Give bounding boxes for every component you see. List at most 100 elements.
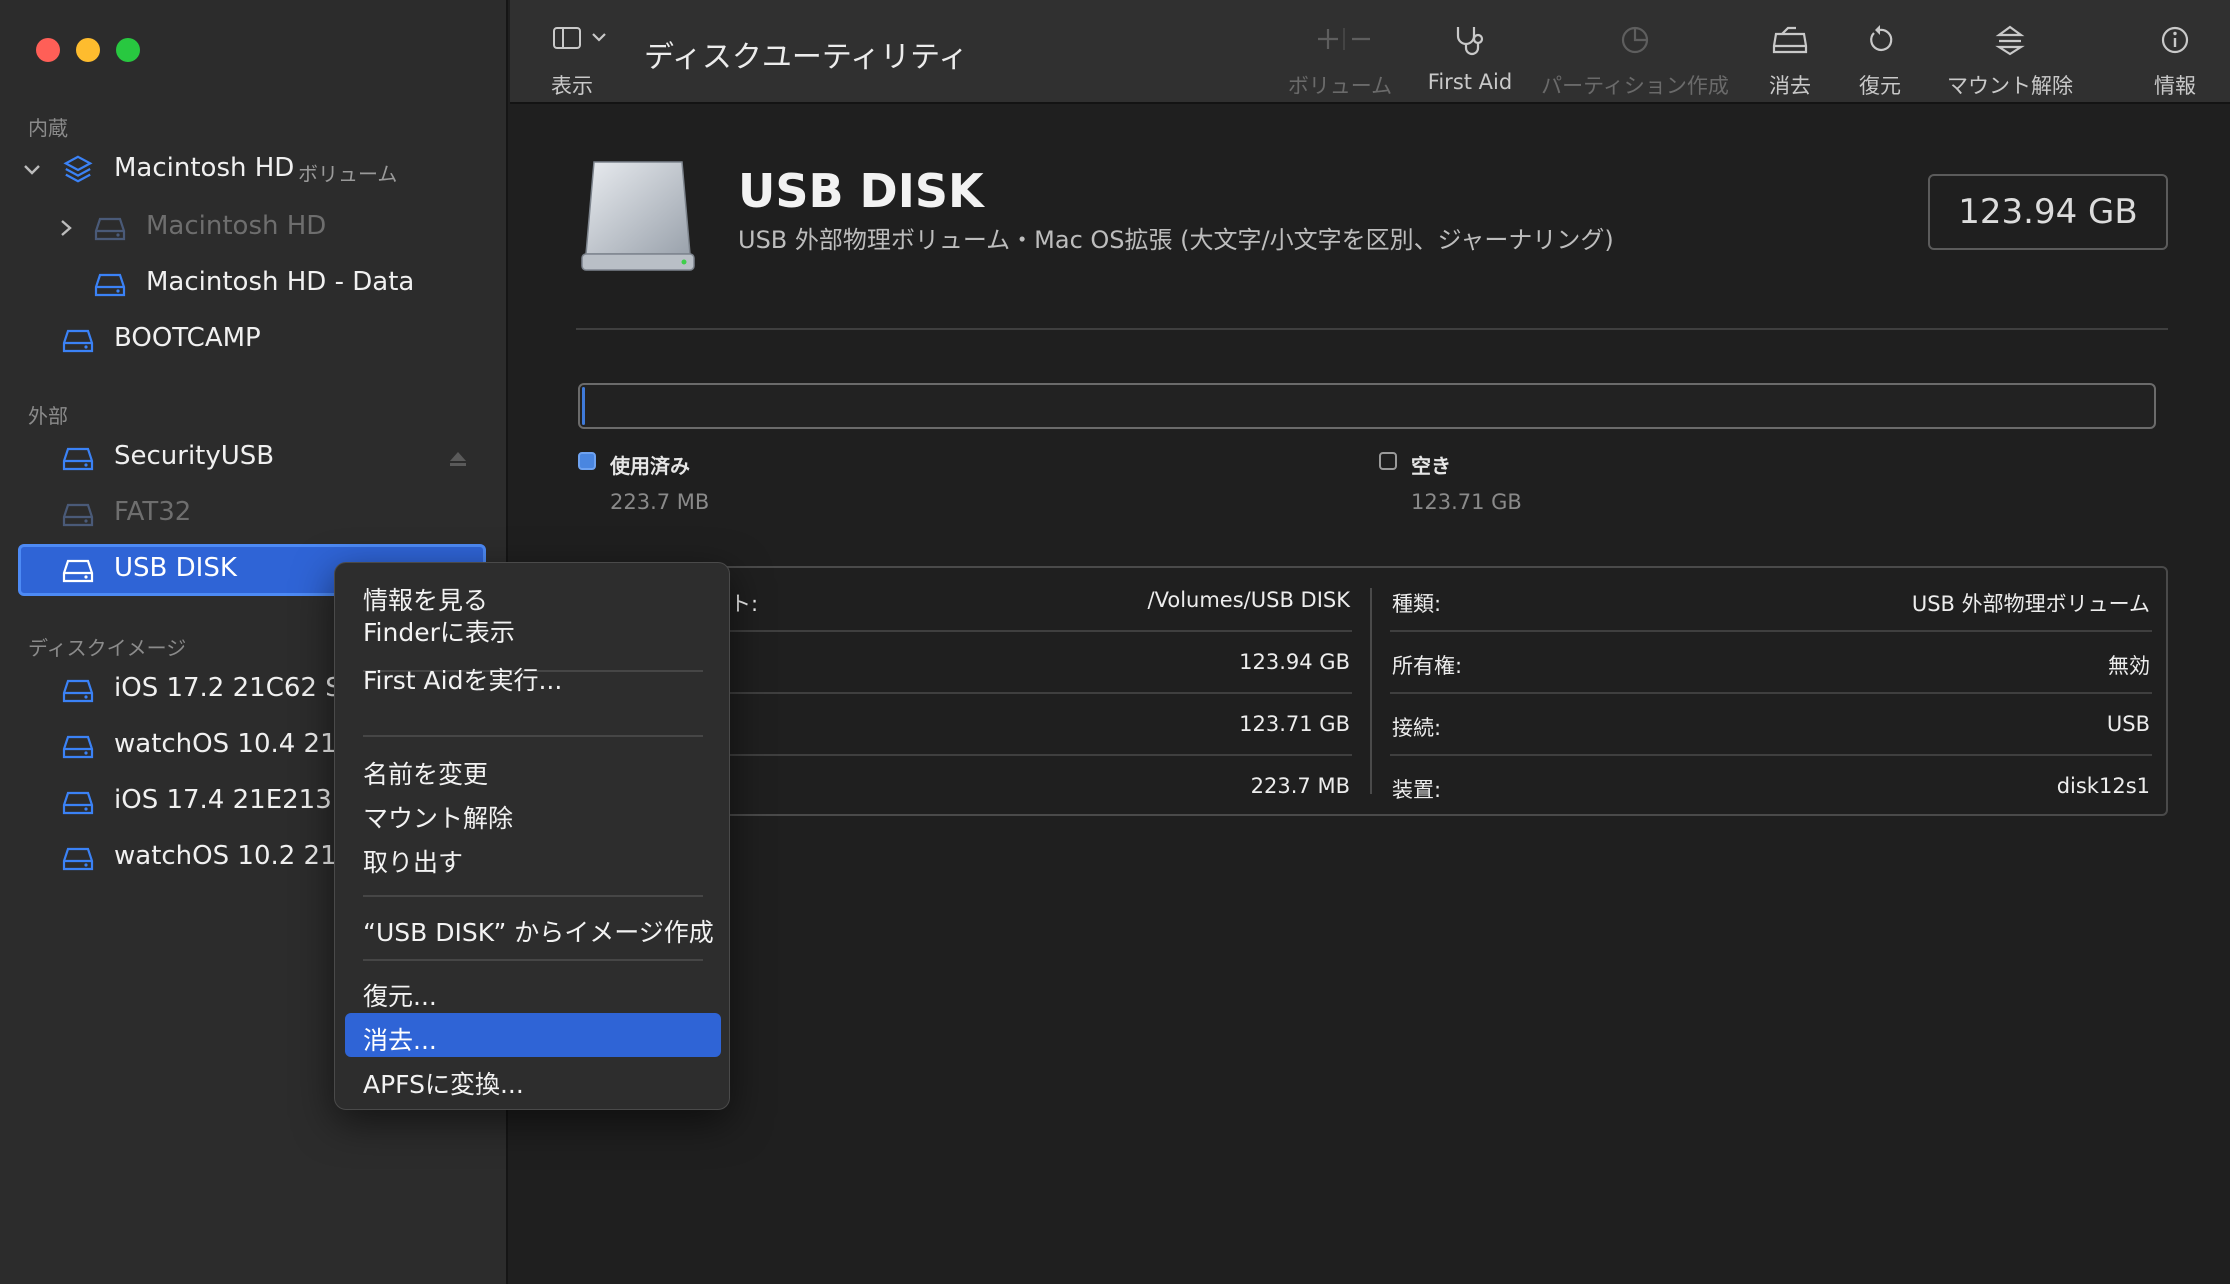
sidebar-toggle-icon [553, 27, 606, 49]
toolbar-label: 消去 [1769, 74, 1811, 98]
sidebar-item-label: BOOTCAMP [114, 323, 261, 353]
unmount-toolbar-button[interactable]: マウント解除 [1930, 0, 2090, 104]
menu-item-unmount[interactable]: マウント解除 [363, 799, 513, 835]
menu-item-get-info[interactable]: 情報を見る [363, 581, 488, 617]
drive-icon [62, 559, 94, 583]
sidebar-item-macintosh-hd-container[interactable]: Macintosh HD ボリューム [0, 146, 500, 194]
sidebar-item-label: iOS 17.4 21E213 Si [114, 785, 364, 815]
divider [576, 328, 2168, 330]
used-legend-swatch [578, 452, 596, 470]
used-legend-label: 使用済み [610, 454, 690, 478]
info-value-mount: /Volumes/USB DISK [1147, 588, 1350, 612]
menu-item-image-from[interactable]: “USB DISK” からイメージ作成 [363, 913, 714, 949]
toolbar-label: First Aid [1427, 70, 1513, 94]
sidebar-item-label: USB DISK [114, 553, 237, 583]
menu-item-rename[interactable]: 名前を変更 [363, 755, 488, 791]
drive-icon [62, 847, 94, 871]
menu-item-convert-apfs[interactable]: APFSに変換... [363, 1065, 524, 1101]
drive-icon [94, 273, 126, 297]
zoom-window-button[interactable] [116, 38, 140, 62]
menu-separator [363, 959, 703, 961]
info-label-mount: ト: [730, 592, 759, 616]
toolbar-label: ボリューム [1287, 74, 1393, 98]
info-value-used: 223.7 MB [1250, 774, 1350, 798]
row-divider [730, 754, 1352, 756]
drive-icon [62, 329, 94, 353]
used-value: 223.7 MB [610, 490, 710, 514]
erase-toolbar-button[interactable]: 消去 [1740, 0, 1840, 104]
external-drive-icon [581, 161, 695, 271]
sidebar-item-label: iOS 17.2 21C62 Sir [114, 673, 360, 703]
section-external-header: 外部 [28, 404, 68, 428]
usage-bar-used-fill [582, 387, 585, 425]
close-window-button[interactable] [36, 38, 60, 62]
chevron-down-icon[interactable] [22, 162, 42, 178]
info-value-owners: 無効 [2108, 654, 2150, 678]
partition-toolbar-button[interactable]: パーティション作成 [1530, 0, 1740, 104]
info-value-connection: USB [2106, 712, 2150, 736]
menu-item-run-first-aid[interactable]: First Aidを実行... [363, 661, 562, 697]
unmount-icon [1995, 25, 2025, 56]
info-label-owners: 所有権: [1392, 654, 1463, 678]
drive-icon [62, 447, 94, 471]
info-icon [2161, 26, 2189, 54]
row-divider [730, 630, 1352, 632]
info-value-device: disk12s1 [2056, 774, 2150, 798]
sidebar-item-securityusb[interactable]: SecurityUSB [0, 434, 500, 482]
eject-icon[interactable] [448, 450, 468, 468]
section-disk-images-header: ディスクイメージ [28, 636, 187, 660]
drive-icon [62, 735, 94, 759]
drive-icon [62, 503, 94, 527]
drive-icon [94, 217, 126, 241]
info-value-capacity: 123.94 GB [1239, 650, 1350, 674]
disk-name: USB DISK [738, 164, 984, 218]
volume-suffix-label: ボリューム [298, 162, 398, 186]
row-divider [730, 692, 1352, 694]
context-menu: 情報を見る Finderに表示 First Aidを実行... 名前を変更 マウ… [334, 562, 730, 1110]
volume-toolbar-button[interactable]: ボリューム [1280, 0, 1400, 104]
info-label-type: 種類: [1392, 592, 1442, 616]
row-divider [1390, 754, 2152, 756]
chevron-right-icon[interactable] [58, 218, 74, 238]
disk-utility-window: 内蔵 Macintosh HD ボリューム Macintosh HD Macin… [0, 0, 2230, 1284]
menu-separator [363, 735, 703, 737]
toolbar-label: マウント解除 [1947, 74, 2073, 98]
toolbar: 表示 ディスクユーティリティ ボリューム First Aid パーティション作成… [510, 0, 2230, 104]
first-aid-toolbar-button[interactable]: First Aid [1410, 0, 1530, 104]
sidebar-item-bootcamp[interactable]: BOOTCAMP [0, 316, 500, 364]
free-value: 123.71 GB [1411, 490, 1522, 514]
menu-item-restore[interactable]: 復元... [363, 977, 437, 1013]
info-value-type: USB 外部物理ボリューム [1911, 592, 2150, 616]
disk-subtitle: USB 外部物理ボリューム・Mac OS拡張 (大文字/小文字を区別、ジャーナリ… [738, 226, 1614, 254]
section-internal-header: 内蔵 [28, 116, 68, 140]
menu-item-erase[interactable]: 消去... [363, 1021, 437, 1057]
sidebar-item-label: SecurityUSB [114, 441, 275, 471]
drive-icon [62, 679, 94, 703]
toolbar-label: 表示 [551, 74, 593, 98]
sidebar-item-label: watchOS 10.4 21T [114, 729, 353, 759]
toolbar-label: 復元 [1859, 74, 1901, 98]
restore-toolbar-button[interactable]: 復元 [1840, 0, 1920, 104]
sidebar-item-fat32[interactable]: FAT32 [0, 490, 500, 538]
view-toolbar-button[interactable]: 表示 [540, 0, 640, 104]
plus-minus-icon [1318, 28, 1370, 50]
capacity-badge: 123.94 GB [1928, 174, 2168, 250]
menu-item-show-in-finder[interactable]: Finderに表示 [363, 613, 515, 649]
usage-bar [578, 383, 2156, 429]
pie-chart-icon [1621, 26, 1649, 54]
menu-item-eject[interactable]: 取り出す [363, 843, 463, 879]
sidebar-item-label: Macintosh HD - Data [146, 267, 415, 297]
free-legend-swatch [1379, 452, 1397, 470]
minimize-window-button[interactable] [76, 38, 100, 62]
sidebar-item-macintosh-hd-data[interactable]: Macintosh HD - Data [0, 260, 500, 308]
info-value-available: 123.71 GB [1239, 712, 1350, 736]
menu-separator [363, 895, 703, 897]
info-toolbar-button[interactable]: 情報 [2130, 0, 2220, 104]
row-divider [1390, 630, 2152, 632]
sidebar-item-macintosh-hd[interactable]: Macintosh HD [0, 204, 500, 252]
stethoscope-icon [1456, 27, 1484, 56]
eraser-icon [1772, 26, 1808, 54]
sidebar-item-label: Macintosh HD [114, 153, 295, 183]
sidebar-item-label: watchOS 10.2 21S [114, 841, 354, 871]
row-divider [1390, 692, 2152, 694]
